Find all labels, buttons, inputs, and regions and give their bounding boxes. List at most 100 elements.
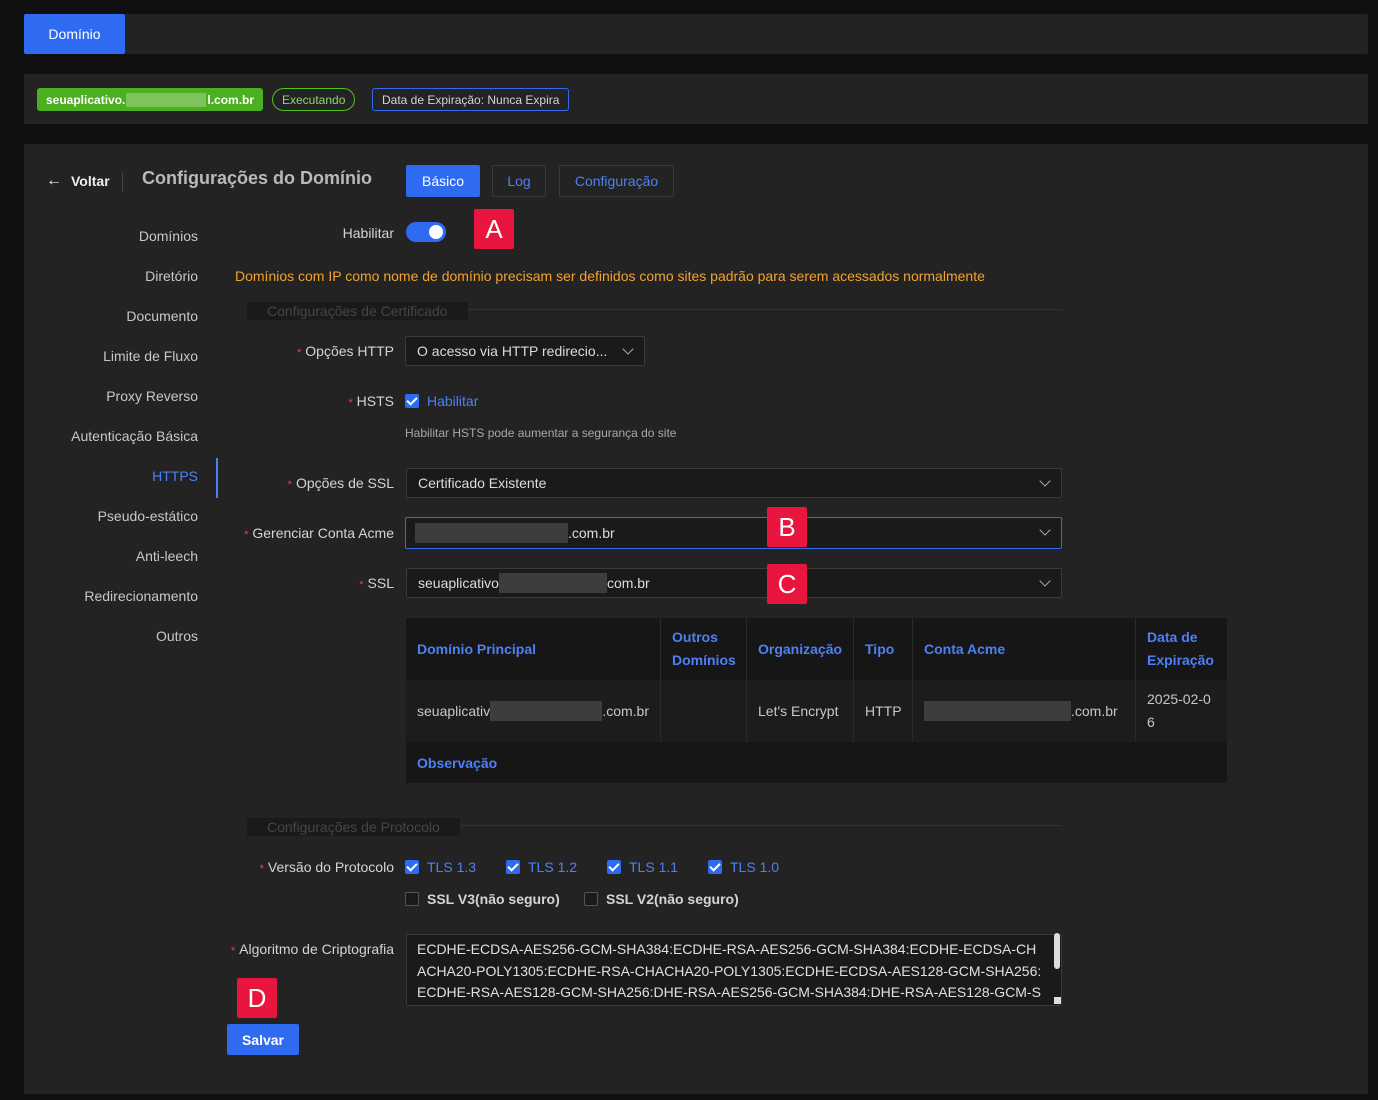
ssl-label-text: SSL — [367, 575, 394, 591]
back-label: Voltar — [71, 173, 110, 189]
http-options-value: O acesso via HTTP redirecio... — [417, 343, 608, 359]
required-mark: * — [244, 529, 249, 541]
redacted-block — [490, 701, 603, 721]
ssl-details-table: Domínio Principal Outros Domínios Organi… — [406, 618, 1227, 783]
required-mark: * — [230, 945, 236, 957]
table-header-other-domains: Outros Domínios — [661, 618, 747, 680]
marker-d: D — [237, 978, 277, 1018]
cipher-textarea[interactable]: ECDHE-ECDSA-AES256-GCM-SHA384:ECDHE-RSA-… — [406, 934, 1062, 1006]
cell-domain-prefix: seuaplicativ — [417, 702, 491, 719]
table-cell-organization: Let's Encrypt — [747, 680, 854, 742]
domain-settings-panel: ← Voltar Configurações do Domínio Básico… — [24, 144, 1368, 1094]
redacted-block — [415, 523, 568, 543]
sslv3-checkbox[interactable] — [405, 892, 419, 906]
sidebar-item-document[interactable]: Documento — [24, 296, 198, 336]
tls10-checkbox[interactable] — [708, 860, 722, 874]
enable-toggle[interactable] — [406, 222, 446, 242]
sslv2-checkbox[interactable] — [584, 892, 598, 906]
required-mark: * — [287, 479, 292, 491]
sidebar-item-pseudo-static[interactable]: Pseudo-estático — [24, 496, 198, 536]
cell-domain-suffix: .com.br — [602, 702, 649, 719]
sidebar-item-flow-limit[interactable]: Limite de Fluxo — [24, 336, 198, 376]
required-mark: * — [348, 397, 353, 409]
required-mark: * — [297, 347, 302, 359]
table-note-row: Observação — [406, 742, 1227, 783]
ssl-options-select[interactable]: Certificado Existente — [406, 468, 1062, 498]
tab-configuration[interactable]: Configuração — [559, 165, 674, 197]
http-options-select[interactable]: O acesso via HTTP redirecio... — [405, 336, 645, 366]
acme-account-select[interactable]: .com.br — [405, 517, 1062, 549]
sidebar-item-domains[interactable]: Domínios — [24, 216, 198, 256]
table-header-acme-account: Conta Acme — [913, 618, 1136, 680]
sidebar-item-basic-auth[interactable]: Autenticação Básica — [24, 416, 198, 456]
table-cell-expiry: 2025-02-06 — [1147, 691, 1211, 730]
sidebar-item-reverse-proxy[interactable]: Proxy Reverso — [24, 376, 198, 416]
marker-c: C — [767, 564, 807, 604]
textarea-scrollbar[interactable] — [1054, 933, 1060, 969]
tab-log[interactable]: Log — [492, 165, 546, 197]
resize-handle-icon[interactable] — [1054, 997, 1061, 1004]
hsts-checkbox-label[interactable]: Habilitar — [427, 393, 478, 409]
top-tab-bar: Domínio — [24, 14, 1368, 54]
tls13-checkbox[interactable] — [405, 860, 419, 874]
table-cell-acme-account: .com.br — [913, 680, 1136, 742]
sidebar-item-others[interactable]: Outros — [24, 616, 198, 656]
tls11-label[interactable]: TLS 1.1 — [629, 859, 678, 875]
domain-badge: seuaplicativo. l.com.br — [37, 88, 264, 111]
tab-basic[interactable]: Básico — [406, 165, 480, 197]
ssl-certificate-select[interactable]: seuaplicativo com.br — [406, 568, 1062, 598]
ssl-value-suffix: com.br — [606, 575, 650, 591]
cipher-label-text: Algoritmo de Criptografia — [239, 941, 394, 957]
ssl-label: * SSL — [359, 575, 394, 591]
sidebar-item-anti-leech[interactable]: Anti-leech — [24, 536, 198, 576]
sidebar-item-https[interactable]: HTTPS — [24, 456, 198, 496]
chevron-down-icon — [1039, 575, 1051, 587]
acme-account-label-text: Gerenciar Conta Acme — [252, 525, 394, 541]
domain-badge-prefix: seuaplicativo. — [46, 92, 126, 107]
tab-domain[interactable]: Domínio — [24, 14, 125, 54]
toggle-knob — [429, 225, 443, 239]
table-header-type: Tipo — [854, 618, 913, 680]
hsts-label-text: HSTS — [356, 393, 394, 409]
sslv3-label[interactable]: SSL V3(não seguro) — [427, 891, 560, 907]
sidebar-item-redirect[interactable]: Redirecionamento — [24, 576, 198, 616]
sidebar-active-indicator — [216, 458, 218, 498]
tls12-label[interactable]: TLS 1.2 — [528, 859, 577, 875]
http-options-label: * Opções HTTP — [297, 343, 394, 359]
section-title-protocol: Configurações de Protocolo — [247, 818, 460, 836]
tls13-label[interactable]: TLS 1.3 — [427, 859, 476, 875]
ssl-options-value: Certificado Existente — [418, 475, 547, 491]
tls12-checkbox[interactable] — [506, 860, 520, 874]
chevron-down-icon — [1039, 524, 1051, 536]
chevron-down-icon — [622, 343, 634, 355]
sslv2-label[interactable]: SSL V2(não seguro) — [606, 891, 739, 907]
site-status-bar: seuaplicativo. l.com.br Executando Data d… — [24, 74, 1368, 124]
back-button[interactable]: ← Voltar — [46, 170, 110, 192]
required-mark: * — [259, 863, 264, 875]
divider — [122, 172, 123, 192]
cell-acme-suffix: .com.br — [1071, 702, 1118, 719]
redacted-block — [924, 701, 1071, 721]
hsts-hint: Habilitar HSTS pode aumentar a segurança… — [405, 426, 677, 440]
domain-badge-suffix: l.com.br — [207, 92, 255, 107]
ssl-value-prefix: seuaplicativo — [418, 575, 499, 591]
sidebar-item-directory[interactable]: Diretório — [24, 256, 198, 296]
http-options-label-text: Opções HTTP — [305, 343, 394, 359]
marker-b: B — [767, 507, 807, 547]
hsts-checkbox[interactable] — [405, 394, 419, 408]
tls10-label[interactable]: TLS 1.0 — [730, 859, 779, 875]
redacted-block — [498, 573, 607, 593]
tls11-checkbox[interactable] — [607, 860, 621, 874]
table-header-expiry: Data de Expiração — [1136, 618, 1227, 680]
ssl-options-label: * Opções de SSL — [288, 475, 394, 491]
save-button[interactable]: Salvar — [227, 1024, 299, 1055]
ip-domain-warning: Domínios com IP como nome de domínio pre… — [235, 268, 985, 284]
required-mark: * — [359, 579, 364, 591]
acme-account-value: .com.br — [568, 525, 615, 541]
table-cell-other-domains — [661, 680, 747, 742]
table-header-main-domain: Domínio Principal — [406, 618, 661, 680]
table-cell-type: HTTP — [854, 680, 913, 742]
expiry-badge: Data de Expiração: Nunca Expira — [372, 88, 570, 111]
ssl-options-label-text: Opções de SSL — [295, 475, 394, 491]
chevron-down-icon — [1039, 475, 1051, 487]
